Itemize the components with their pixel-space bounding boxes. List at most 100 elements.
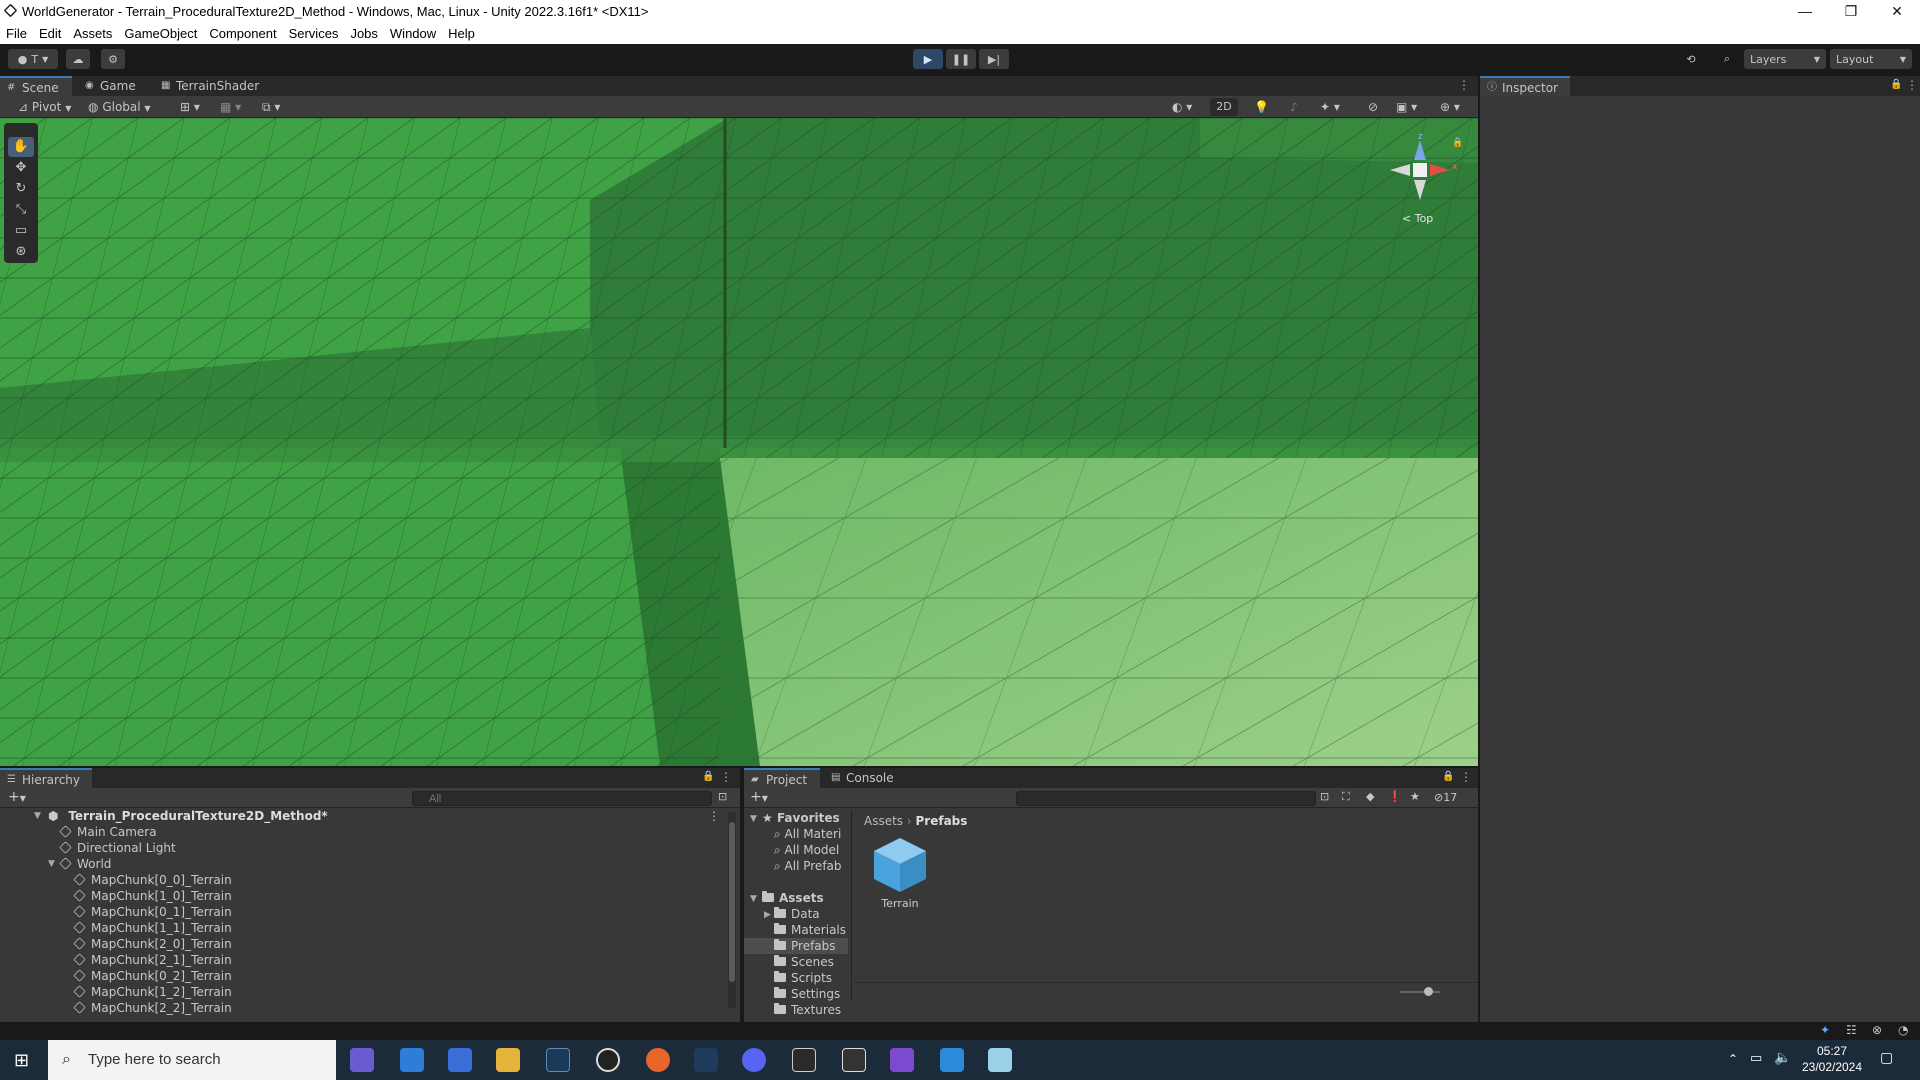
- debug-icon[interactable]: ⊗: [1872, 1023, 1882, 1037]
- favorite-item[interactable]: ⌕ All Model: [774, 842, 839, 858]
- close-button[interactable]: ✕: [1874, 0, 1920, 22]
- hierarchy-item-world[interactable]: World: [59, 856, 111, 872]
- windows-start-icon[interactable]: ⊞: [14, 1050, 29, 1071]
- hierarchy-item-main-camera[interactable]: Main Camera: [59, 824, 157, 840]
- more-options-icon[interactable]: ⋮: [1458, 78, 1470, 92]
- folder-textures[interactable]: Textures: [774, 1002, 841, 1018]
- breadcrumb-item[interactable]: Prefabs: [916, 814, 968, 828]
- favorites-header[interactable]: ★ Favorites: [762, 810, 840, 826]
- global-dropdown[interactable]: ◍ Global ▼: [88, 98, 151, 116]
- label-filter-icon[interactable]: ◆: [1366, 790, 1374, 803]
- tab-hierarchy[interactable]: ☰ Hierarchy: [0, 768, 92, 788]
- folder-materials[interactable]: Materials: [774, 922, 846, 938]
- history-button[interactable]: ⟲: [1678, 49, 1704, 69]
- assets-folder[interactable]: Assets: [762, 890, 824, 906]
- tab-scene[interactable]: # Scene: [0, 76, 72, 96]
- grid-snapping-button[interactable]: ⊞ ▾: [180, 98, 200, 116]
- menu-assets[interactable]: Assets: [67, 26, 118, 41]
- layers-status-icon[interactable]: ☷: [1846, 1023, 1857, 1037]
- diagnostics-icon[interactable]: ◔: [1898, 1023, 1908, 1037]
- scale-tool-button[interactable]: ⤡: [8, 200, 34, 220]
- maximize-button[interactable]: ❐: [1828, 0, 1874, 22]
- transform-tool-button[interactable]: ⊛: [8, 242, 34, 262]
- notepad-icon[interactable]: [988, 1048, 1012, 1072]
- search-filter-icon[interactable]: ⊡: [1320, 790, 1329, 803]
- layers-dropdown[interactable]: Layers ▼: [1744, 49, 1826, 69]
- copilot-icon[interactable]: [350, 1048, 374, 1072]
- unity-hub-icon[interactable]: [792, 1048, 816, 1072]
- menu-jobs[interactable]: Jobs: [344, 26, 383, 41]
- taskbar-search[interactable]: ⌕ Type here to search: [48, 1040, 336, 1080]
- table-row[interactable]: MapChunk[2_1]_Terrain: [73, 952, 232, 968]
- table-row[interactable]: MapChunk[0_1]_Terrain: [73, 904, 232, 920]
- folder-prefabs[interactable]: Prefabs: [744, 938, 848, 954]
- favorite-item[interactable]: ⌕ All Prefab: [774, 858, 842, 874]
- layout-dropdown[interactable]: Layout ▼: [1830, 49, 1912, 69]
- rotate-tool-button[interactable]: ↻: [8, 179, 34, 199]
- more-options-icon[interactable]: ⋮: [1460, 770, 1472, 784]
- table-row[interactable]: MapChunk[2_2]_Terrain: [73, 1000, 232, 1016]
- minimize-button[interactable]: —: [1782, 0, 1828, 22]
- tab-console[interactable]: ▤ Console: [824, 768, 904, 788]
- visibility-toggle[interactable]: ⊘: [1368, 98, 1378, 116]
- menu-window[interactable]: Window: [384, 26, 442, 41]
- scene-viewport[interactable]: [0, 118, 1478, 766]
- hierarchy-item-directional-light[interactable]: Directional Light: [59, 840, 176, 856]
- hand-tool-button[interactable]: ✋: [8, 137, 34, 157]
- table-row[interactable]: MapChunk[0_2]_Terrain: [73, 968, 232, 984]
- scrollbar-thumb[interactable]: [729, 822, 735, 982]
- table-row[interactable]: MapChunk[1_0]_Terrain: [73, 888, 232, 904]
- search-button[interactable]: ⌕: [1714, 49, 1740, 69]
- type-filter-icon[interactable]: ⛶: [1342, 790, 1350, 804]
- progress-icon[interactable]: ✦: [1820, 1023, 1830, 1037]
- favorite-item[interactable]: ⌕ All Materi: [774, 826, 841, 842]
- folder-scenes[interactable]: Scenes: [774, 954, 834, 970]
- notification-icon[interactable]: ▢: [1880, 1050, 1893, 1066]
- menu-component[interactable]: Component: [203, 26, 282, 41]
- menu-file[interactable]: File: [0, 26, 33, 41]
- lock-icon[interactable]: 🔒: [1452, 138, 1463, 148]
- password-manager-icon[interactable]: [596, 1048, 620, 1072]
- grid-visibility-button[interactable]: ▦ ▾: [220, 98, 241, 116]
- tab-project[interactable]: ▰ Project: [744, 768, 820, 788]
- hierarchy-search-input[interactable]: [412, 791, 712, 806]
- increment-snap-button[interactable]: ⧉ ▾: [262, 98, 280, 116]
- collab-button[interactable]: ⚙: [101, 49, 125, 69]
- menu-gameobject[interactable]: GameObject: [118, 26, 203, 41]
- slider-thumb[interactable]: [1424, 987, 1433, 996]
- lighting-toggle[interactable]: 💡: [1254, 98, 1269, 116]
- audio-toggle[interactable]: ♪: [1290, 98, 1298, 116]
- cloud-button[interactable]: ☁: [66, 49, 90, 69]
- tab-inspector[interactable]: ⓘ Inspector: [1480, 76, 1570, 96]
- volume-icon[interactable]: 🔈: [1774, 1050, 1791, 1066]
- table-row[interactable]: MapChunk[1_2]_Terrain: [73, 984, 232, 1000]
- more-options-icon[interactable]: ⋮: [720, 770, 732, 784]
- table-row[interactable]: MapChunk[1_1]_Terrain: [73, 920, 232, 936]
- expand-triangle-icon[interactable]: ▼: [48, 859, 55, 869]
- search-options-icon[interactable]: ⊡: [718, 790, 727, 803]
- lock-icon[interactable]: 🔒: [1890, 79, 1902, 90]
- tab-game[interactable]: ◉ Game: [78, 76, 148, 96]
- photos-icon[interactable]: [940, 1048, 964, 1072]
- lock-icon[interactable]: 🔒: [702, 771, 714, 782]
- network-icon[interactable]: ▭: [1750, 1051, 1762, 1066]
- folder-scripts[interactable]: Scripts: [774, 970, 832, 986]
- account-dropdown[interactable]: ● T ▼: [8, 49, 58, 69]
- discord-icon[interactable]: [742, 1048, 766, 1072]
- favorite-star-icon[interactable]: ★: [1410, 790, 1420, 803]
- view-label[interactable]: < Top: [1402, 212, 1433, 225]
- breadcrumb-item[interactable]: Assets: [864, 814, 903, 828]
- tab-terrainshader[interactable]: ▦ TerrainShader: [154, 76, 274, 96]
- unity-editor-icon[interactable]: [842, 1048, 866, 1072]
- chevron-up-icon[interactable]: ⌃: [1728, 1052, 1738, 1066]
- table-row[interactable]: MapChunk[2_0]_Terrain: [73, 936, 232, 952]
- folder-data[interactable]: Data: [774, 906, 820, 922]
- add-object-button[interactable]: +▼: [8, 789, 26, 805]
- draw-mode-dropdown[interactable]: ◐ ▾: [1172, 98, 1192, 116]
- icon-size-slider[interactable]: [1400, 991, 1440, 993]
- collapse-triangle-icon[interactable]: ▶: [764, 910, 771, 920]
- step-button[interactable]: ▶|: [979, 49, 1009, 69]
- move-tool-button[interactable]: ✥: [8, 158, 34, 178]
- vpn-icon[interactable]: [694, 1048, 718, 1072]
- effects-dropdown[interactable]: ✦ ▾: [1320, 98, 1340, 116]
